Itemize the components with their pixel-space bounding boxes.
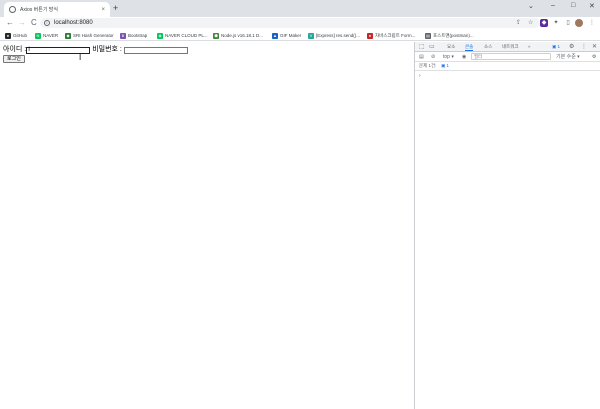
- postman-icon: ▤: [425, 32, 431, 39]
- console-sidebar-icon[interactable]: ▤: [419, 54, 424, 60]
- tab-network[interactable]: 네트워크: [502, 44, 519, 50]
- bookmark-item[interactable]: N NAVER: [35, 31, 58, 40]
- tab-strip: Axios 버튼기 방식 × + ⌄ – □ ✕: [0, 0, 600, 17]
- maximize-button[interactable]: □: [571, 2, 575, 9]
- nodejs-icon: ⬢: [213, 32, 219, 39]
- bookmark-item[interactable]: ◆ SRI Hash Generator: [65, 31, 114, 40]
- filter-input[interactable]: 필터: [471, 53, 551, 60]
- tab-title: Axios 버튼기 방식: [20, 7, 59, 13]
- more-icon[interactable]: ⋮: [581, 43, 587, 51]
- puzzle-icon[interactable]: ✦: [552, 19, 560, 27]
- reload-button[interactable]: C: [31, 18, 37, 28]
- star-icon[interactable]: ☆: [528, 19, 533, 27]
- bookmark-item[interactable]: ● GitHub: [5, 31, 27, 40]
- password-input[interactable]: [123, 46, 188, 54]
- share-icon[interactable]: ⇪: [516, 19, 521, 27]
- bookmark-item[interactable]: ⬢ Node.js v16.18.1 D...: [213, 31, 263, 40]
- sidebar-icon[interactable]: ▯: [564, 19, 572, 27]
- url-text[interactable]: localhost:8080: [54, 19, 93, 27]
- issues-count[interactable]: ▣ 1: [441, 63, 449, 69]
- console-toolbar: ▤ ⊘ top ▾ ◉ 필터 기본 수준 ▾ ⚙: [415, 52, 600, 62]
- back-button[interactable]: ←: [6, 18, 14, 28]
- issues-badge[interactable]: ▣ 1: [552, 44, 560, 50]
- address-bar[interactable]: i localhost:8080 ⇪ ☆: [40, 18, 540, 28]
- login-form: 아이디 : I 비밀번호 :: [3, 46, 190, 54]
- tistory-icon: ●: [367, 32, 373, 39]
- shield-icon: ◆: [65, 32, 71, 39]
- login-button[interactable]: 로그인: [3, 55, 25, 63]
- github-icon: ●: [5, 32, 11, 39]
- tab-sources[interactable]: 소스: [484, 44, 492, 50]
- gif-maker-icon: ▲: [272, 32, 278, 39]
- devtools-panel: ⬚ ▭ 요소 콘솔 소스 네트워크 » ▣ 1 ⚙ ⋮ ✕ ▤ ⊘ top ▾ …: [414, 42, 600, 409]
- id-label: 아이디 :: [3, 46, 27, 53]
- text-cursor-icon: I: [79, 53, 82, 62]
- issues-label: 문제 1건:: [419, 63, 437, 68]
- close-window-button[interactable]: ✕: [589, 2, 595, 10]
- context-select[interactable]: top ▾: [443, 54, 454, 60]
- console-prompt[interactable]: ›: [419, 73, 421, 79]
- info-icon[interactable]: i: [44, 20, 50, 26]
- page-content: 아이디 : I 비밀번호 : 로그인 I: [0, 42, 414, 409]
- forward-button[interactable]: →: [18, 18, 26, 28]
- bookmark-item[interactable]: ▲ GIF Maker: [272, 31, 301, 40]
- browser-tab[interactable]: Axios 버튼기 방식 ×: [4, 2, 110, 17]
- bootstrap-icon: B: [120, 32, 126, 39]
- bookmark-item[interactable]: V [Express] res.send()...: [308, 31, 360, 40]
- extension-icon[interactable]: ◆: [540, 19, 548, 27]
- tab-search-icon[interactable]: ⌄: [528, 2, 534, 10]
- close-tab-icon[interactable]: ×: [101, 7, 105, 13]
- settings-icon[interactable]: ⚙: [569, 43, 574, 51]
- globe-icon: [9, 6, 16, 13]
- bookmark-item[interactable]: ● 자바스크립트 Form...: [367, 31, 415, 40]
- issues-bar: 문제 1건: ▣ 1: [415, 62, 600, 71]
- close-icon[interactable]: ✕: [592, 43, 597, 51]
- new-tab-button[interactable]: +: [113, 3, 118, 13]
- eye-icon[interactable]: ◉: [462, 54, 466, 60]
- bookmark-item[interactable]: ◈ NAVER CLOUD PL...: [157, 31, 208, 40]
- clear-console-icon[interactable]: ⊘: [431, 54, 435, 60]
- minimize-button[interactable]: –: [551, 2, 555, 9]
- naver-icon: N: [35, 32, 41, 39]
- tab-elements[interactable]: 요소: [447, 44, 455, 50]
- browser-toolbar: ← → C i localhost:8080 ⇪ ☆ ◆ ✦ ▯ ⋮: [0, 17, 600, 30]
- more-menu-icon[interactable]: ⋮: [588, 19, 596, 27]
- device-toolbar-icon[interactable]: ▭: [429, 43, 435, 51]
- inspect-icon[interactable]: ⬚: [419, 43, 425, 51]
- filter-placeholder: 필터: [474, 54, 483, 59]
- tab-console[interactable]: 콘솔: [465, 44, 474, 51]
- console-settings-icon[interactable]: ⚙: [592, 54, 596, 60]
- bookmarks-bar: ● GitHub N NAVER ◆ SRI Hash Generator B …: [0, 30, 600, 41]
- avatar[interactable]: [575, 19, 583, 27]
- naver-cloud-icon: ◈: [157, 32, 163, 39]
- log-levels-select[interactable]: 기본 수준 ▾: [556, 54, 580, 60]
- password-label: 비밀번호 :: [92, 46, 122, 53]
- bookmark-item[interactable]: ▤ 포스트맨(postman)...: [425, 31, 474, 40]
- devtools-tabbar: ⬚ ▭ 요소 콘솔 소스 네트워크 » ▣ 1 ⚙ ⋮ ✕: [415, 42, 600, 52]
- more-tabs-icon[interactable]: »: [528, 44, 531, 50]
- velog-icon: V: [308, 32, 314, 39]
- bookmark-item[interactable]: B Bootstrap: [120, 31, 147, 40]
- browser-window: Axios 버튼기 방식 × + ⌄ – □ ✕ ← → C i localho…: [0, 0, 600, 409]
